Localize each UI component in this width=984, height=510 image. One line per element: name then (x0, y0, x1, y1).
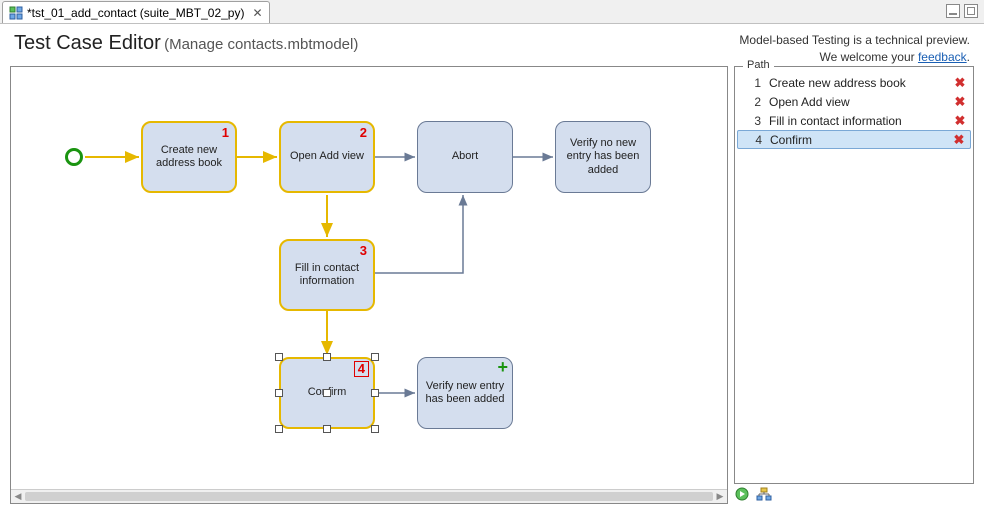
path-list: 1 Create new address book ✖ 2 Open Add v… (735, 67, 973, 155)
scroll-thumb[interactable] (25, 492, 713, 501)
path-row[interactable]: 3 Fill in contact information ✖ (737, 111, 971, 130)
resize-handle-ne[interactable] (371, 353, 379, 361)
resize-handle-e[interactable] (371, 389, 379, 397)
path-panel: Path 1 Create new address book ✖ 2 Open … (734, 66, 974, 484)
feedback-link[interactable]: feedback (918, 50, 967, 64)
path-row-num: 2 (741, 95, 761, 109)
editor-tab[interactable]: *tst_01_add_contact (suite_MBT_02_py) ✕ (2, 1, 270, 23)
close-icon[interactable]: ✕ (252, 6, 262, 20)
testcase-icon (9, 6, 23, 20)
path-row-num: 3 (741, 114, 761, 128)
window-controls (946, 4, 978, 18)
path-row-label: Fill in contact information (769, 114, 945, 128)
editor-header: Test Case Editor (Manage contacts.mbtmod… (0, 24, 984, 70)
resize-handle-sw[interactable] (275, 425, 283, 433)
node-open-add-view[interactable]: 2 Open Add view (279, 121, 375, 193)
step-number: 3 (360, 243, 367, 259)
delete-icon[interactable]: ✖ (953, 75, 967, 91)
node-label: Verify no new entry has been added (560, 137, 646, 177)
title-block: Test Case Editor (Manage contacts.mbtmod… (14, 32, 358, 55)
path-row[interactable]: 2 Open Add view ✖ (737, 92, 971, 111)
page-subtitle: (Manage contacts.mbtmodel) (164, 36, 358, 53)
node-label: Abort (452, 150, 478, 163)
preview-line2: We welcome your feedback. (739, 49, 970, 66)
scroll-left-icon[interactable]: ◀ (11, 490, 25, 503)
bottom-toolbar (734, 484, 974, 504)
horizontal-scrollbar[interactable]: ◀ ▶ (11, 489, 727, 503)
path-panel-title: Path (743, 59, 774, 71)
preview-notice: Model-based Testing is a technical previ… (739, 32, 970, 66)
delete-icon[interactable]: ✖ (953, 113, 967, 129)
resize-handle-s[interactable] (323, 425, 331, 433)
plus-icon: + (497, 360, 508, 374)
node-verify-new-entry[interactable]: + Verify new entry has been added (417, 357, 513, 429)
path-row-label: Create new address book (769, 76, 945, 90)
step-number: 1 (222, 125, 229, 141)
scroll-right-icon[interactable]: ▶ (713, 490, 727, 503)
maximize-icon[interactable] (964, 4, 978, 18)
preview-prefix: We welcome your (819, 50, 917, 64)
resize-handle-n[interactable] (323, 353, 331, 361)
path-row-num: 4 (742, 133, 762, 147)
start-node[interactable] (65, 148, 83, 166)
node-create-address-book[interactable]: 1 Create new address book (141, 121, 237, 193)
path-row-label: Confirm (770, 133, 944, 147)
delete-icon[interactable]: ✖ (952, 132, 966, 148)
right-pane: Path 1 Create new address book ✖ 2 Open … (734, 66, 974, 504)
hierarchy-icon[interactable] (756, 486, 772, 502)
path-row-num: 1 (741, 76, 761, 90)
step-number: 2 (360, 125, 367, 141)
node-abort[interactable]: Abort (417, 121, 513, 193)
diagram-canvas[interactable]: 1 Create new address book 2 Open Add vie… (10, 66, 728, 504)
delete-icon[interactable]: ✖ (953, 94, 967, 110)
tab-bar: *tst_01_add_contact (suite_MBT_02_py) ✕ (0, 0, 984, 24)
node-label: Verify new entry has been added (422, 380, 508, 406)
resize-handle-w[interactable] (275, 389, 283, 397)
page-title: Test Case Editor (14, 32, 161, 54)
node-fill-contact-info[interactable]: 3 Fill in contact information (279, 239, 375, 311)
node-verify-no-new-entry[interactable]: Verify no new entry has been added (555, 121, 651, 193)
preview-suffix: . (967, 50, 970, 64)
node-label: Open Add view (290, 150, 364, 163)
run-icon[interactable] (734, 486, 750, 502)
main-area: 1 Create new address book 2 Open Add vie… (10, 66, 974, 504)
node-label: Create new address book (147, 144, 231, 170)
step-number: 4 (354, 361, 369, 377)
preview-line1: Model-based Testing is a technical previ… (739, 32, 970, 49)
resize-handle-c[interactable] (323, 389, 331, 397)
minimize-icon[interactable] (946, 4, 960, 18)
path-row[interactable]: 4 Confirm ✖ (737, 130, 971, 149)
path-row[interactable]: 1 Create new address book ✖ (737, 73, 971, 92)
path-row-label: Open Add view (769, 95, 945, 109)
node-label: Fill in contact information (285, 262, 369, 288)
resize-handle-nw[interactable] (275, 353, 283, 361)
resize-handle-se[interactable] (371, 425, 379, 433)
tab-label: *tst_01_add_contact (suite_MBT_02_py) (27, 6, 244, 20)
